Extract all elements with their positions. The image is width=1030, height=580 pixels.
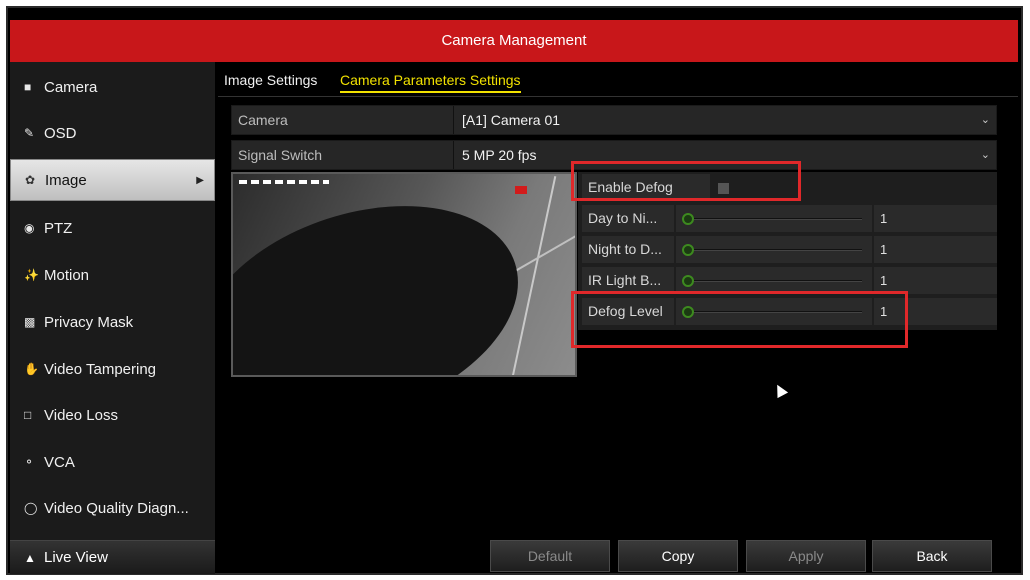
signal-switch-label: Signal Switch (232, 141, 454, 169)
sidebar-item-label: VCA (44, 453, 75, 471)
sidebar-item-label: Camera (44, 78, 98, 96)
sidebar: ■ Camera ✎ OSD ✿ Image ▶ ◉ PTZ ✨ Motion … (10, 62, 215, 574)
slider-track (682, 275, 862, 287)
slider-label: IR Light B... (582, 267, 674, 294)
sidebar-item-label: Video Tampering (44, 360, 157, 378)
sidebar-item-video-loss[interactable]: □ Video Loss (10, 394, 215, 436)
slider-label: Night to D... (582, 236, 674, 263)
image-icon: ✿ (25, 173, 36, 187)
slider-value: 1 (874, 205, 997, 232)
highlight-enable-defog (571, 161, 801, 201)
chevron-down-icon: ⌄ (980, 149, 990, 161)
sidebar-item-vca[interactable]: ⚬ VCA (10, 441, 215, 483)
slider-value: 1 (874, 267, 997, 294)
camera-label: Camera (232, 106, 454, 134)
copy-button[interactable]: Copy (618, 540, 738, 572)
osd-icon: ✎ (24, 126, 35, 140)
default-button[interactable]: Default (490, 540, 610, 572)
sidebar-item-video-quality[interactable]: ◯ Video Quality Diagn... (10, 487, 215, 529)
sidebar-item-video-tampering[interactable]: ✋ Video Tampering (10, 348, 215, 390)
sidebar-item-camera[interactable]: ■ Camera (10, 66, 215, 108)
slider-label: Day to Ni... (582, 205, 674, 232)
sidebar-item-label: Image (45, 171, 87, 189)
vca-icon: ⚬ (24, 455, 35, 469)
highlight-defog-level (571, 291, 908, 348)
camera-value: [A1] Camera 01 (462, 112, 561, 128)
ptz-icon: ◉ (24, 221, 35, 235)
slider-track (682, 244, 862, 256)
slider-knob[interactable] (682, 244, 694, 256)
hand-icon: ✋ (24, 362, 39, 376)
sidebar-item-motion[interactable]: ✨ Motion (10, 254, 215, 296)
signal-switch-value: 5 MP 20 fps (462, 147, 537, 163)
apply-button[interactable]: Apply (746, 540, 866, 572)
chevron-down-icon: ⌄ (980, 114, 990, 126)
camera-preview (231, 172, 577, 377)
record-icon (515, 186, 527, 194)
back-button[interactable]: Back (872, 540, 992, 572)
camera-select[interactable]: Camera [A1] Camera 01 ⌄ (231, 105, 997, 135)
slider-row: Night to D... 1 (578, 234, 997, 265)
privacy-mask-icon: ▩ (24, 315, 36, 329)
live-view-label: Live View (44, 549, 108, 566)
live-view-button[interactable]: ▲ Live View (10, 540, 215, 574)
sidebar-item-ptz[interactable]: ◉ PTZ (10, 207, 215, 249)
sidebar-item-label: Video Loss (44, 406, 118, 424)
sidebar-item-label: Motion (44, 266, 90, 284)
sidebar-item-label: PTZ (44, 219, 73, 237)
day-to-night-slider[interactable] (676, 205, 872, 232)
sidebar-item-label: OSD (44, 124, 77, 142)
slider-knob[interactable] (682, 213, 694, 225)
tab-image-settings[interactable]: Image Settings (224, 72, 317, 88)
sidebar-item-osd[interactable]: ✎ OSD (10, 112, 215, 154)
chevron-right-icon: ▶ (196, 174, 204, 186)
preview-osd-text (239, 180, 329, 184)
motion-icon: ✨ (24, 268, 39, 282)
ir-light-slider[interactable] (676, 267, 872, 294)
slider-track (682, 213, 862, 225)
bottom-bar: Default Copy Apply Back (218, 540, 1018, 574)
sidebar-item-image[interactable]: ✿ Image ▶ (10, 159, 215, 201)
slider-row: Day to Ni... 1 (578, 203, 997, 234)
home-icon: ▲ (24, 550, 36, 565)
tab-divider (218, 96, 1018, 97)
sidebar-item-privacy-mask[interactable]: ▩ Privacy Mask (10, 301, 215, 343)
camera-icon: ■ (24, 80, 32, 94)
video-loss-icon: □ (24, 408, 32, 422)
night-to-day-slider[interactable] (676, 236, 872, 263)
quality-icon: ◯ (24, 501, 38, 515)
sidebar-item-label: Privacy Mask (44, 313, 134, 331)
tab-camera-parameters-settings[interactable]: Camera Parameters Settings (340, 72, 521, 93)
sidebar-item-label: Video Quality Diagn... (44, 499, 189, 517)
window-title: Camera Management (10, 20, 1018, 62)
slider-value: 1 (874, 236, 997, 263)
slider-knob[interactable] (682, 275, 694, 287)
